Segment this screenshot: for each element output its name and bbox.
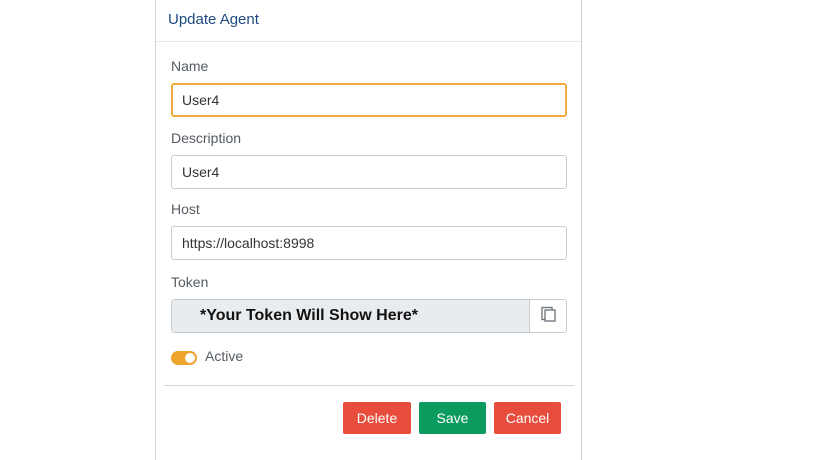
description-input[interactable] (171, 155, 567, 189)
footer-divider (164, 385, 574, 386)
update-agent-dialog: Update Agent Name Description Host Token… (155, 0, 582, 460)
dialog-footer: Delete Save Cancel (343, 402, 561, 434)
copy-icon (540, 306, 556, 327)
token-field: *Your Token Will Show Here* (172, 300, 529, 332)
name-label: Name (171, 58, 209, 74)
save-button[interactable]: Save (419, 402, 486, 434)
copy-token-button[interactable] (529, 300, 566, 332)
active-label: Active (205, 348, 244, 364)
delete-button[interactable]: Delete (343, 402, 411, 434)
name-input[interactable] (171, 83, 567, 117)
dialog-body: Name Description Host Token *Your Token … (156, 58, 581, 367)
dialog-header: Update Agent (156, 0, 581, 42)
toggle-knob (185, 353, 195, 363)
active-toggle-row: Active (171, 348, 581, 367)
active-toggle[interactable] (171, 351, 197, 365)
dialog-title: Update Agent (168, 11, 259, 28)
token-field-group: *Your Token Will Show Here* (171, 299, 567, 333)
host-label: Host (171, 201, 200, 217)
token-label: Token (171, 274, 209, 290)
host-input[interactable] (171, 226, 567, 260)
cancel-button[interactable]: Cancel (494, 402, 561, 434)
description-label: Description (171, 130, 242, 146)
